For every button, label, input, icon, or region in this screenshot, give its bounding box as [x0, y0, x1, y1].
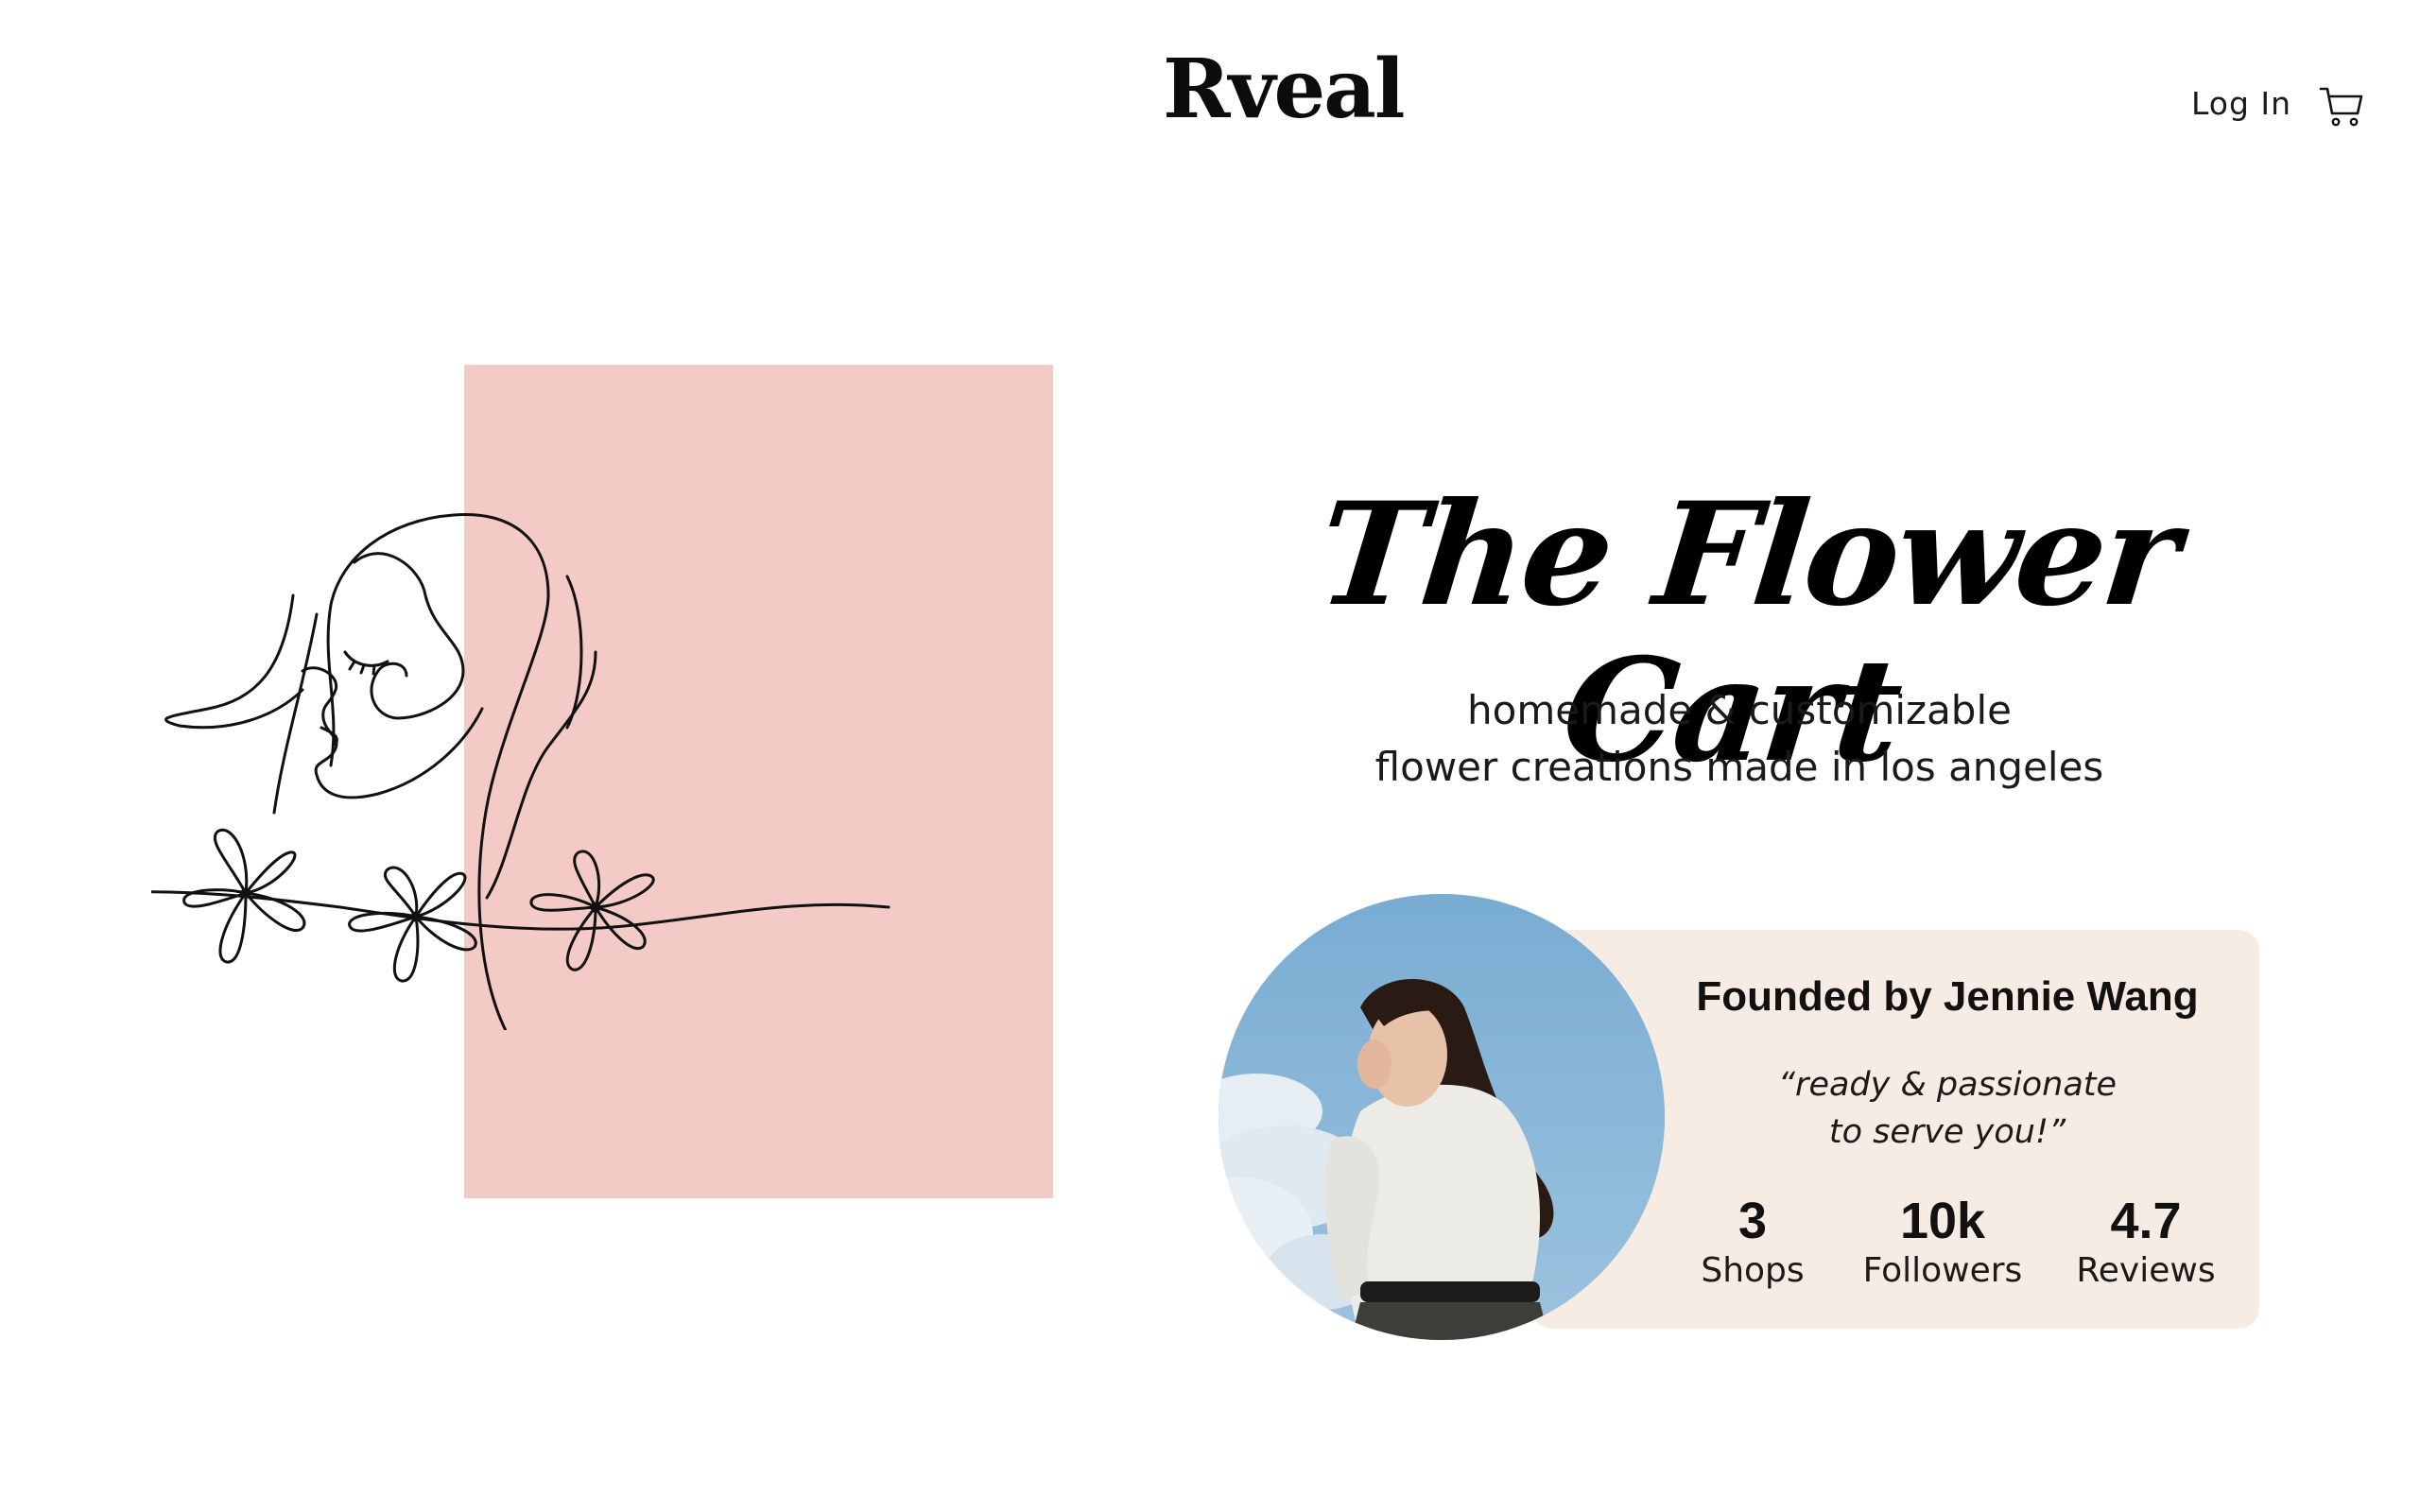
stat-reviews-value: 4.7: [2110, 1193, 2182, 1249]
stat-followers-label: Followers: [1862, 1251, 2023, 1290]
stat-shops-label: Shops: [1701, 1251, 1805, 1290]
shopping-cart-icon[interactable]: [2318, 83, 2365, 130]
login-link[interactable]: Log In: [2191, 85, 2291, 122]
stat-reviews: 4.7 Reviews: [2042, 1193, 2250, 1293]
founder-portrait: [1219, 894, 1665, 1340]
stat-reviews-label: Reviews: [2076, 1251, 2216, 1290]
stat-shops: 3 Shops: [1649, 1193, 1857, 1293]
stat-shops-value: 3: [1737, 1193, 1768, 1249]
founder-heading: Founded by Jennie Wang: [1696, 973, 2199, 1020]
stat-followers: 10k Followers: [1839, 1193, 2047, 1293]
stat-followers-value: 10k: [1899, 1193, 1986, 1249]
hero-subtitle-line-2: flower creations made in los angeles: [1374, 744, 2104, 790]
hero-subtitle: homemade & customizable flower creations…: [1286, 682, 2193, 796]
founder-quote-line-1: “ready & passionate: [1777, 1066, 2118, 1104]
hero-subtitle-line-1: homemade & customizable: [1467, 687, 2012, 733]
brand-logo[interactable]: Rveal: [1163, 49, 1406, 130]
founder-quote-line-2: to serve you!”: [1828, 1113, 2066, 1151]
line-art-woman-with-flowers: [151, 512, 890, 1030]
founder-quote: “ready & passionate to serve you!”: [1664, 1061, 2231, 1156]
